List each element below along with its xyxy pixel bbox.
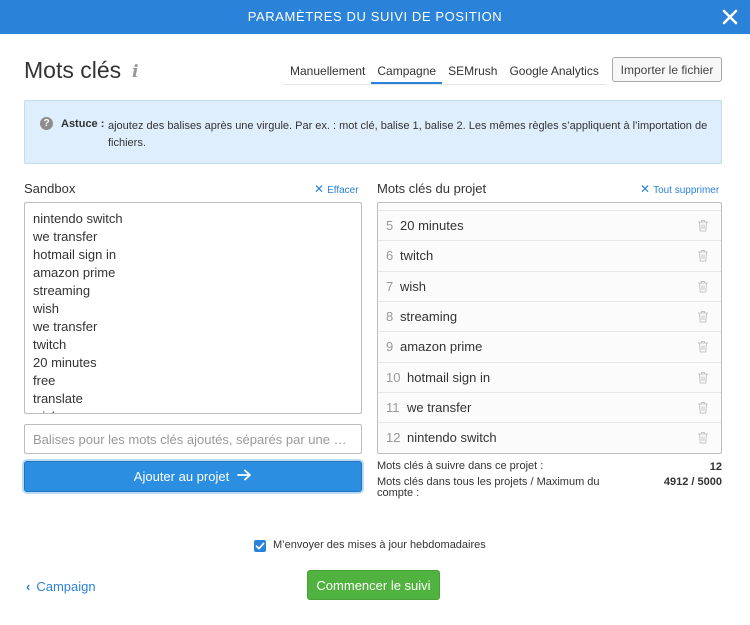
checkmark-icon (255, 542, 265, 550)
keyword-index: 9 (386, 339, 394, 355)
keyword-index: 10 (386, 369, 401, 385)
source-tabs: Manuellement Campagne SEMrush Google Ana… (284, 58, 605, 84)
trash-icon[interactable] (697, 219, 709, 232)
sandbox-line: wish (33, 408, 353, 413)
weekly-updates-checkbox[interactable] (254, 540, 266, 552)
trash-icon[interactable] (697, 310, 709, 323)
keyword-text: 20 minutes (400, 218, 464, 233)
trash-icon[interactable] (697, 340, 709, 353)
info-icon[interactable]: i (132, 62, 138, 82)
close-icon: ✕ (314, 182, 325, 196)
trash-icon[interactable] (697, 249, 709, 262)
sandbox-line: nintendo switch (33, 211, 123, 226)
keyword-index: 6 (386, 248, 394, 264)
keyword-row[interactable]: 11 we transfer (378, 391, 721, 422)
keyword-row[interactable]: 12 nintendo switch (378, 422, 721, 452)
back-to-campaign-link[interactable]: ‹ Campaign (26, 579, 96, 594)
arrow-right-icon (237, 469, 252, 484)
trash-icon[interactable] (697, 371, 709, 384)
trash-icon[interactable] (697, 401, 709, 414)
keyword-text: we transfer (407, 399, 472, 415)
project-keywords-list[interactable]: 5 20 minutes 6 twitch 7 wish 8 streaming 9 amazon… (377, 202, 722, 454)
start-tracking-button[interactable]: Commencer le suivi (307, 570, 440, 600)
modal-title: PARAMÈTRES DU SUIVI DE POSITION (247, 9, 503, 24)
tab-google-analytics[interactable]: Google Analytics (503, 58, 604, 84)
tags-input[interactable] (24, 424, 362, 454)
keyword-row[interactable]: 8 streaming (378, 300, 721, 331)
keyword-row[interactable]: 5 20 minutes (378, 210, 721, 240)
keyword-index: 5 (386, 218, 394, 233)
import-file-button[interactable]: Importer le fichier (612, 57, 722, 82)
keyword-index: 12 (386, 430, 401, 446)
tip-box: ? Astuce : ajoutez des balises après une… (24, 100, 722, 164)
all-keywords-value: 4912 / 5000 (663, 476, 722, 488)
trash-icon[interactable] (697, 431, 709, 444)
keyword-row[interactable]: 7 wish (378, 270, 721, 301)
modal-header: PARAMÈTRES DU SUIVI DE POSITION (0, 0, 750, 34)
sandbox-textarea[interactable]: nintendo switch we transfer hotmail sign… (24, 202, 362, 414)
clear-link-label: Effacer (327, 185, 359, 196)
sandbox-line: streaming (33, 283, 91, 298)
clear-link[interactable]: ✕ Effacer (314, 182, 359, 196)
sandbox-line: free (33, 373, 56, 388)
tip-text: ajoutez des balises après une virgule. P… (108, 120, 708, 149)
sandbox-title: Sandbox (24, 181, 76, 196)
keyword-text: nintendo switch (407, 430, 497, 446)
keyword-index: 8 (386, 308, 394, 324)
keyword-text: streaming (400, 308, 458, 324)
delete-all-label: Tout supprimer (653, 185, 720, 196)
sandbox-line: amazon prime (33, 265, 116, 280)
keyword-row[interactable]: 10 hotmail sign in (378, 361, 721, 392)
trash-icon[interactable] (697, 280, 709, 293)
project-keywords-title: Mots clés du projet (377, 181, 487, 196)
keyword-index: 7 (386, 278, 394, 294)
sandbox-line: wish (33, 301, 60, 316)
keyword-text: twitch (400, 248, 434, 264)
chevron-left-icon: ‹ (26, 579, 31, 594)
sandbox-line: hotmail sign in (33, 247, 117, 262)
close-icon[interactable] (720, 7, 740, 27)
delete-all-link[interactable]: ✕ Tout supprimer (640, 182, 719, 196)
tabs-divider (284, 84, 606, 85)
tracked-keywords-label: Mots clés à suivre dans ce projet : (377, 460, 544, 472)
weekly-updates-label[interactable]: M’envoyer des mises à jour hebdomadaires (273, 539, 486, 551)
keyword-row[interactable]: 6 twitch (378, 240, 721, 270)
keyword-row[interactable]: 9 amazon prime (378, 331, 721, 361)
tab-manual[interactable]: Manuellement (284, 58, 371, 84)
tip-label: Astuce : (61, 118, 105, 130)
sandbox-line: 20 minutes (33, 355, 97, 370)
add-to-project-button[interactable]: Ajouter au projet (24, 461, 362, 492)
add-to-project-label: Ajouter au projet (133, 469, 230, 484)
close-icon: ✕ (640, 182, 651, 196)
tab-semrush[interactable]: SEMrush (442, 58, 503, 84)
sandbox-line: we transfer (33, 229, 98, 244)
page-title: Mots clés (24, 57, 122, 83)
tracked-keywords-value: 12 (709, 461, 722, 473)
sandbox-line: we transfer (33, 319, 98, 334)
keyword-text: wish (400, 278, 427, 294)
question-icon: ? (40, 117, 53, 130)
sandbox-line: twitch (33, 337, 67, 352)
keyword-index: 11 (386, 399, 400, 415)
all-keywords-label: Mots clés dans tous les projets / Maximu… (377, 476, 600, 499)
keyword-text: amazon prime (400, 339, 483, 355)
back-link-label: Campaign (36, 579, 96, 594)
keyword-text: hotmail sign in (407, 369, 491, 385)
tab-campaign[interactable]: Campagne (371, 58, 443, 84)
sandbox-line: translate (33, 391, 83, 406)
